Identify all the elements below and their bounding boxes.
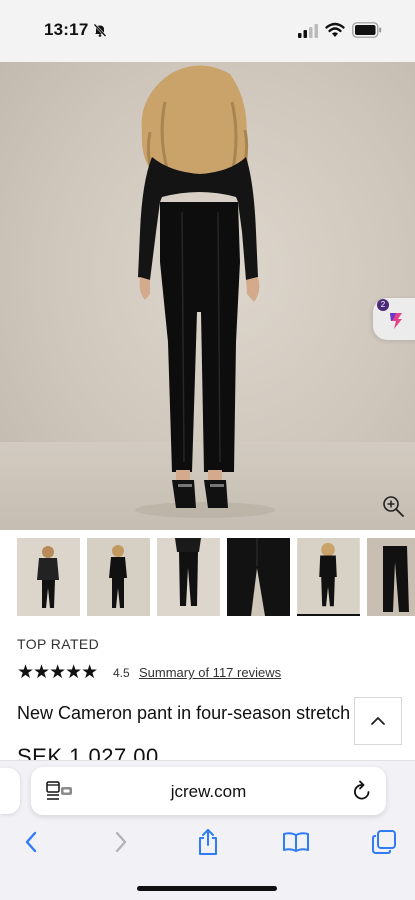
product-title: New Cameron pant in four-season stretch bbox=[17, 703, 351, 723]
product-price: SEK 1,027.00 bbox=[17, 744, 159, 760]
scroll-to-top-button[interactable] bbox=[354, 697, 402, 745]
share-button[interactable] bbox=[193, 827, 223, 857]
back-button[interactable] bbox=[16, 827, 46, 857]
bookmarks-button[interactable] bbox=[281, 827, 311, 857]
wifi-icon bbox=[325, 22, 345, 37]
thumbnail-3[interactable] bbox=[157, 538, 220, 616]
tabs-icon bbox=[372, 830, 396, 854]
thumbnail-5[interactable] bbox=[297, 538, 360, 616]
reload-icon[interactable] bbox=[352, 780, 372, 802]
forward-icon bbox=[115, 831, 127, 853]
status-bar: 13:17 bbox=[0, 0, 415, 62]
home-indicator bbox=[137, 886, 277, 891]
rating-value: 4.5 bbox=[113, 666, 130, 680]
forward-button[interactable] bbox=[106, 827, 136, 857]
assistant-badge: 2 bbox=[377, 299, 389, 311]
signal-icon bbox=[298, 24, 318, 38]
product-info: TOP RATED ★★★★★ 4.5 Summary of 117 revie… bbox=[0, 626, 415, 760]
address-bar[interactable]: jcrew.com bbox=[31, 767, 386, 815]
bell-slash-icon bbox=[93, 23, 107, 37]
thumbnail-4[interactable] bbox=[227, 538, 290, 616]
share-icon bbox=[199, 829, 217, 855]
product-image[interactable] bbox=[0, 62, 415, 530]
thumbnail-2[interactable] bbox=[87, 538, 150, 616]
star-rating: ★★★★★ bbox=[17, 662, 98, 683]
status-time: 13:17 bbox=[44, 20, 89, 39]
chevron-up-icon bbox=[371, 716, 385, 725]
battery-icon bbox=[352, 22, 382, 38]
browser-toolbar: jcrew.com bbox=[0, 760, 415, 900]
model-figure bbox=[0, 65, 415, 530]
url-text: jcrew.com bbox=[170, 782, 247, 801]
thumbnail-1[interactable] bbox=[17, 538, 80, 616]
tabs-button[interactable] bbox=[369, 827, 399, 857]
zoom-icon[interactable] bbox=[381, 494, 405, 518]
assistant-logo-icon[interactable] bbox=[388, 311, 404, 331]
reviews-link[interactable]: Summary of 117 reviews bbox=[139, 665, 281, 680]
back-icon bbox=[25, 831, 37, 853]
bookmarks-icon bbox=[283, 832, 309, 852]
thumbnail-strip bbox=[0, 530, 415, 626]
thumbnail-6[interactable] bbox=[367, 538, 415, 616]
top-rated-label: TOP RATED bbox=[17, 636, 100, 652]
previous-tab-preview[interactable] bbox=[0, 768, 20, 814]
